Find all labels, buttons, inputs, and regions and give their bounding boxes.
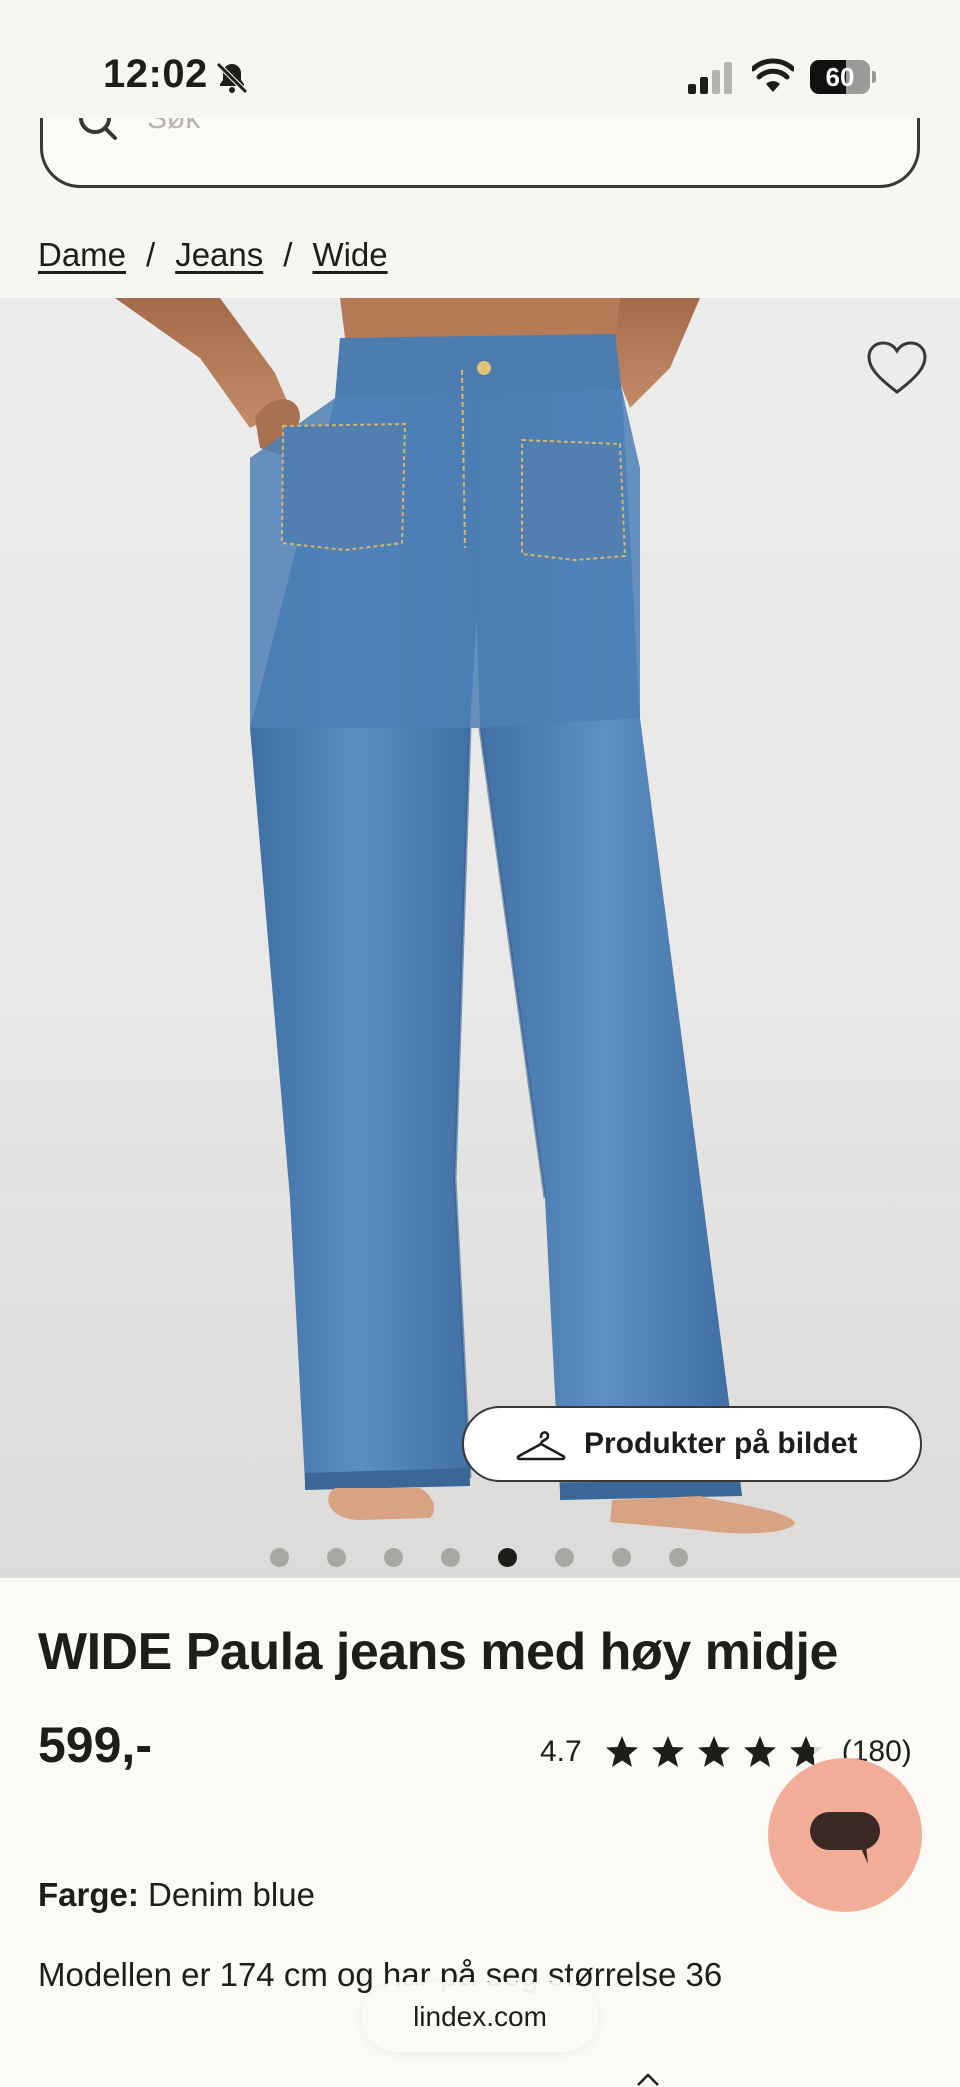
gallery-dot-active[interactable] bbox=[498, 1548, 517, 1567]
gallery-dot[interactable] bbox=[669, 1548, 688, 1567]
star-icon bbox=[743, 1736, 776, 1767]
color-info: Farge: Denim blue bbox=[38, 1876, 315, 1914]
products-in-image-label: Produkter på bildet bbox=[584, 1427, 858, 1460]
gallery-dot[interactable] bbox=[612, 1548, 631, 1567]
products-in-image-button[interactable]: Produkter på bildet bbox=[462, 1406, 922, 1482]
chevron-up-icon bbox=[637, 2073, 659, 2086]
status-time: 12:02 bbox=[103, 52, 208, 96]
gallery-pagination bbox=[0, 1548, 960, 1572]
hanger-icon bbox=[516, 1431, 566, 1461]
wifi-icon bbox=[752, 58, 794, 92]
cellular-signal-icon bbox=[688, 62, 732, 94]
heart-outline-icon[interactable] bbox=[866, 340, 928, 396]
star-icon bbox=[651, 1736, 684, 1767]
product-price: 599,- bbox=[38, 1717, 152, 1773]
battery-level-text: 60 bbox=[825, 62, 855, 92]
color-value: Denim blue bbox=[148, 1876, 315, 1913]
product-title: WIDE Paula jeans med høy midje bbox=[38, 1623, 838, 1681]
breadcrumb-item-wide[interactable]: Wide bbox=[312, 236, 387, 274]
search-icon bbox=[79, 118, 117, 140]
chat-button[interactable] bbox=[768, 1758, 922, 1912]
breadcrumb-item-jeans[interactable]: Jeans bbox=[175, 236, 263, 274]
breadcrumb-separator: / bbox=[283, 236, 293, 273]
browser-url-bar[interactable]: lindex.com bbox=[362, 1982, 598, 2052]
chat-icon bbox=[810, 1812, 880, 1864]
star-icon bbox=[697, 1736, 730, 1767]
breadcrumb-item-dame[interactable]: Dame bbox=[38, 236, 126, 274]
color-label: Farge: bbox=[38, 1876, 139, 1913]
product-image[interactable] bbox=[0, 298, 960, 1578]
rating-value: 4.7 bbox=[540, 1735, 582, 1768]
breadcrumb-separator: / bbox=[146, 236, 156, 273]
star-icon bbox=[605, 1736, 638, 1767]
bell-muted-icon bbox=[216, 62, 248, 94]
gallery-dot[interactable] bbox=[384, 1548, 403, 1567]
gallery-dot[interactable] bbox=[555, 1548, 574, 1567]
jeans-photo bbox=[115, 298, 795, 1534]
gallery-dot[interactable] bbox=[441, 1548, 460, 1567]
gallery-dot[interactable] bbox=[327, 1548, 346, 1567]
rating-stars bbox=[604, 1734, 824, 1770]
search-input[interactable]: Søk bbox=[40, 118, 920, 188]
gallery-dot[interactable] bbox=[270, 1548, 289, 1567]
battery-icon: 60 bbox=[810, 60, 876, 94]
search-placeholder: Søk bbox=[147, 118, 201, 135]
breadcrumb: Dame / Jeans / Wide bbox=[38, 236, 388, 274]
